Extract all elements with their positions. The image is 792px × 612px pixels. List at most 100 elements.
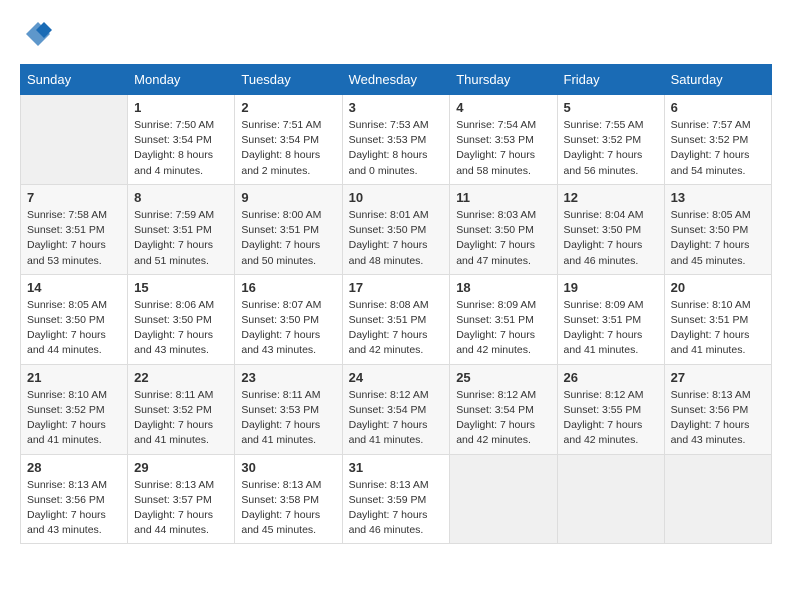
day-info: Sunrise: 8:12 AMSunset: 3:54 PMDaylight:…	[456, 388, 550, 449]
day-info: Sunrise: 8:03 AMSunset: 3:50 PMDaylight:…	[456, 208, 550, 269]
day-number: 31	[349, 460, 444, 475]
day-number: 7	[27, 190, 121, 205]
calendar-week-row: 14 Sunrise: 8:05 AMSunset: 3:50 PMDayligh…	[21, 274, 772, 364]
calendar-cell: 23 Sunrise: 8:11 AMSunset: 3:53 PMDayligh…	[235, 364, 342, 454]
calendar-cell: 1Sunrise: 7:50 AMSunset: 3:54 PMDaylight…	[128, 95, 235, 185]
calendar-cell: 7 Sunrise: 7:58 AMSunset: 3:51 PMDaylight…	[21, 184, 128, 274]
day-number: 4	[456, 100, 550, 115]
day-number: 6	[671, 100, 765, 115]
calendar-header-tuesday: Tuesday	[235, 65, 342, 95]
calendar-cell: 27Sunrise: 8:13 AMSunset: 3:56 PMDayligh…	[664, 364, 771, 454]
calendar-cell: 19 Sunrise: 8:09 AMSunset: 3:51 PMDayligh…	[557, 274, 664, 364]
day-info: Sunrise: 8:06 AMSunset: 3:50 PMDaylight:…	[134, 298, 228, 359]
day-info: Sunrise: 8:10 AMSunset: 3:51 PMDaylight:…	[671, 298, 765, 359]
day-info: Sunrise: 8:05 AMSunset: 3:50 PMDaylight:…	[27, 298, 121, 359]
day-number: 21	[27, 370, 121, 385]
calendar-table: SundayMondayTuesdayWednesdayThursdayFrid…	[20, 64, 772, 544]
day-number: 25	[456, 370, 550, 385]
day-info: Sunrise: 8:13 AMSunset: 3:59 PMDaylight:…	[349, 478, 444, 539]
calendar-header-sunday: Sunday	[21, 65, 128, 95]
day-info: Sunrise: 8:13 AMSunset: 3:56 PMDaylight:…	[671, 388, 765, 449]
day-number: 2	[241, 100, 335, 115]
calendar-cell	[664, 454, 771, 544]
calendar-cell: 18 Sunrise: 8:09 AMSunset: 3:51 PMDayligh…	[450, 274, 557, 364]
day-number: 18	[456, 280, 550, 295]
day-number: 28	[27, 460, 121, 475]
calendar-cell: 22Sunrise: 8:11 AMSunset: 3:52 PMDayligh…	[128, 364, 235, 454]
calendar-header-monday: Monday	[128, 65, 235, 95]
day-number: 1	[134, 100, 228, 115]
calendar-cell: 28 Sunrise: 8:13 AMSunset: 3:56 PMDayligh…	[21, 454, 128, 544]
day-info: Sunrise: 8:12 AMSunset: 3:54 PMDaylight:…	[349, 388, 444, 449]
calendar-cell: 6Sunrise: 7:57 AMSunset: 3:52 PMDaylight…	[664, 95, 771, 185]
day-info: Sunrise: 8:04 AMSunset: 3:50 PMDaylight:…	[564, 208, 658, 269]
logo	[20, 20, 52, 48]
calendar-cell	[557, 454, 664, 544]
day-number: 20	[671, 280, 765, 295]
day-info: Sunrise: 8:05 AMSunset: 3:50 PMDaylight:…	[671, 208, 765, 269]
day-info: Sunrise: 7:55 AMSunset: 3:52 PMDaylight:…	[564, 118, 658, 179]
day-info: Sunrise: 8:13 AMSunset: 3:57 PMDaylight:…	[134, 478, 228, 539]
calendar-cell: 24 Sunrise: 8:12 AMSunset: 3:54 PMDayligh…	[342, 364, 450, 454]
day-info: Sunrise: 8:11 AMSunset: 3:53 PMDaylight:…	[241, 388, 335, 449]
day-info: Sunrise: 7:58 AMSunset: 3:51 PMDaylight:…	[27, 208, 121, 269]
calendar-header-saturday: Saturday	[664, 65, 771, 95]
day-number: 22	[134, 370, 228, 385]
calendar-cell: 5 Sunrise: 7:55 AMSunset: 3:52 PMDaylight…	[557, 95, 664, 185]
day-number: 11	[456, 190, 550, 205]
calendar-cell: 3Sunrise: 7:53 AMSunset: 3:53 PMDaylight…	[342, 95, 450, 185]
calendar-cell: 21 Sunrise: 8:10 AMSunset: 3:52 PMDayligh…	[21, 364, 128, 454]
calendar-cell: 9 Sunrise: 8:00 AMSunset: 3:51 PMDaylight…	[235, 184, 342, 274]
day-number: 13	[671, 190, 765, 205]
day-info: Sunrise: 8:13 AMSunset: 3:58 PMDaylight:…	[241, 478, 335, 539]
day-info: Sunrise: 8:10 AMSunset: 3:52 PMDaylight:…	[27, 388, 121, 449]
calendar-week-row: 28 Sunrise: 8:13 AMSunset: 3:56 PMDayligh…	[21, 454, 772, 544]
calendar-week-row: 1Sunrise: 7:50 AMSunset: 3:54 PMDaylight…	[21, 95, 772, 185]
page-header	[20, 20, 772, 48]
calendar-header-thursday: Thursday	[450, 65, 557, 95]
calendar-cell: 4 Sunrise: 7:54 AMSunset: 3:53 PMDaylight…	[450, 95, 557, 185]
calendar-cell: 30Sunrise: 8:13 AMSunset: 3:58 PMDayligh…	[235, 454, 342, 544]
calendar-cell: 17Sunrise: 8:08 AMSunset: 3:51 PMDayligh…	[342, 274, 450, 364]
day-info: Sunrise: 8:00 AMSunset: 3:51 PMDaylight:…	[241, 208, 335, 269]
calendar-cell: 14 Sunrise: 8:05 AMSunset: 3:50 PMDayligh…	[21, 274, 128, 364]
day-number: 10	[349, 190, 444, 205]
day-number: 23	[241, 370, 335, 385]
day-number: 9	[241, 190, 335, 205]
calendar-week-row: 7 Sunrise: 7:58 AMSunset: 3:51 PMDaylight…	[21, 184, 772, 274]
calendar-cell: 26 Sunrise: 8:12 AMSunset: 3:55 PMDayligh…	[557, 364, 664, 454]
calendar-cell: 10Sunrise: 8:01 AMSunset: 3:50 PMDayligh…	[342, 184, 450, 274]
calendar-cell: 31 Sunrise: 8:13 AMSunset: 3:59 PMDayligh…	[342, 454, 450, 544]
day-info: Sunrise: 7:59 AMSunset: 3:51 PMDaylight:…	[134, 208, 228, 269]
day-number: 24	[349, 370, 444, 385]
day-info: Sunrise: 8:07 AMSunset: 3:50 PMDaylight:…	[241, 298, 335, 359]
day-number: 5	[564, 100, 658, 115]
calendar-header-row: SundayMondayTuesdayWednesdayThursdayFrid…	[21, 65, 772, 95]
calendar-cell: 29 Sunrise: 8:13 AMSunset: 3:57 PMDayligh…	[128, 454, 235, 544]
day-number: 26	[564, 370, 658, 385]
calendar-header-friday: Friday	[557, 65, 664, 95]
day-number: 19	[564, 280, 658, 295]
day-info: Sunrise: 7:51 AMSunset: 3:54 PMDaylight:…	[241, 118, 335, 179]
calendar-week-row: 21 Sunrise: 8:10 AMSunset: 3:52 PMDayligh…	[21, 364, 772, 454]
calendar-header-wednesday: Wednesday	[342, 65, 450, 95]
calendar-cell	[21, 95, 128, 185]
calendar-cell: 12Sunrise: 8:04 AMSunset: 3:50 PMDayligh…	[557, 184, 664, 274]
calendar-cell: 8Sunrise: 7:59 AMSunset: 3:51 PMDaylight…	[128, 184, 235, 274]
day-info: Sunrise: 8:09 AMSunset: 3:51 PMDaylight:…	[456, 298, 550, 359]
day-number: 29	[134, 460, 228, 475]
calendar-cell: 16 Sunrise: 8:07 AMSunset: 3:50 PMDayligh…	[235, 274, 342, 364]
day-number: 15	[134, 280, 228, 295]
day-info: Sunrise: 8:09 AMSunset: 3:51 PMDaylight:…	[564, 298, 658, 359]
calendar-cell: 15 Sunrise: 8:06 AMSunset: 3:50 PMDayligh…	[128, 274, 235, 364]
day-info: Sunrise: 7:53 AMSunset: 3:53 PMDaylight:…	[349, 118, 444, 179]
day-info: Sunrise: 8:12 AMSunset: 3:55 PMDaylight:…	[564, 388, 658, 449]
day-number: 16	[241, 280, 335, 295]
day-number: 14	[27, 280, 121, 295]
calendar-cell: 25 Sunrise: 8:12 AMSunset: 3:54 PMDayligh…	[450, 364, 557, 454]
logo-icon	[24, 20, 52, 48]
day-number: 17	[349, 280, 444, 295]
day-info: Sunrise: 8:13 AMSunset: 3:56 PMDaylight:…	[27, 478, 121, 539]
day-info: Sunrise: 7:54 AMSunset: 3:53 PMDaylight:…	[456, 118, 550, 179]
calendar-cell: 13 Sunrise: 8:05 AMSunset: 3:50 PMDayligh…	[664, 184, 771, 274]
